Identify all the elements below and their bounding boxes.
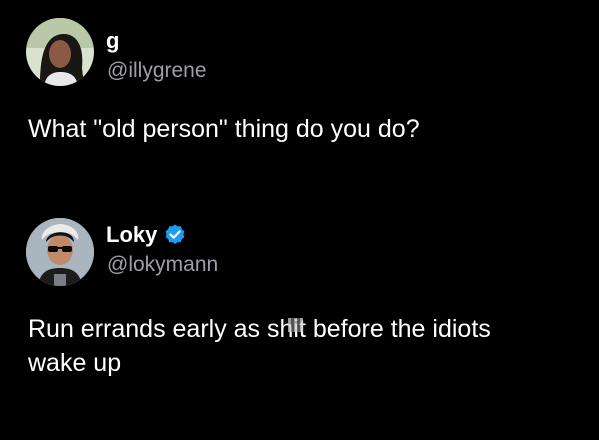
author-handle[interactable]: @lokymann — [107, 252, 218, 278]
author-handle[interactable]: @illygrene — [107, 58, 207, 84]
author-name[interactable]: Loky — [106, 222, 157, 248]
woman-portrait-icon — [26, 18, 94, 86]
tweet-text-part1: Run errands early as s — [28, 315, 280, 343]
author-name[interactable]: g — [106, 28, 119, 54]
censor-mosaic — [287, 318, 303, 332]
avatar-woman-portrait-icon[interactable] — [26, 18, 94, 86]
man-sunglasses-portrait-icon — [26, 218, 94, 286]
verified-icon — [165, 224, 185, 244]
tweet-text: What "old person" thing do you do? — [28, 115, 420, 143]
censored-word: hi — [280, 312, 303, 346]
author-name-row[interactable]: Loky — [106, 222, 187, 248]
verified-badge-icon — [163, 223, 187, 247]
tweet-text: Run errands early as shit before the idi… — [28, 312, 588, 380]
avatar-man-sunglasses-icon[interactable] — [26, 218, 94, 286]
